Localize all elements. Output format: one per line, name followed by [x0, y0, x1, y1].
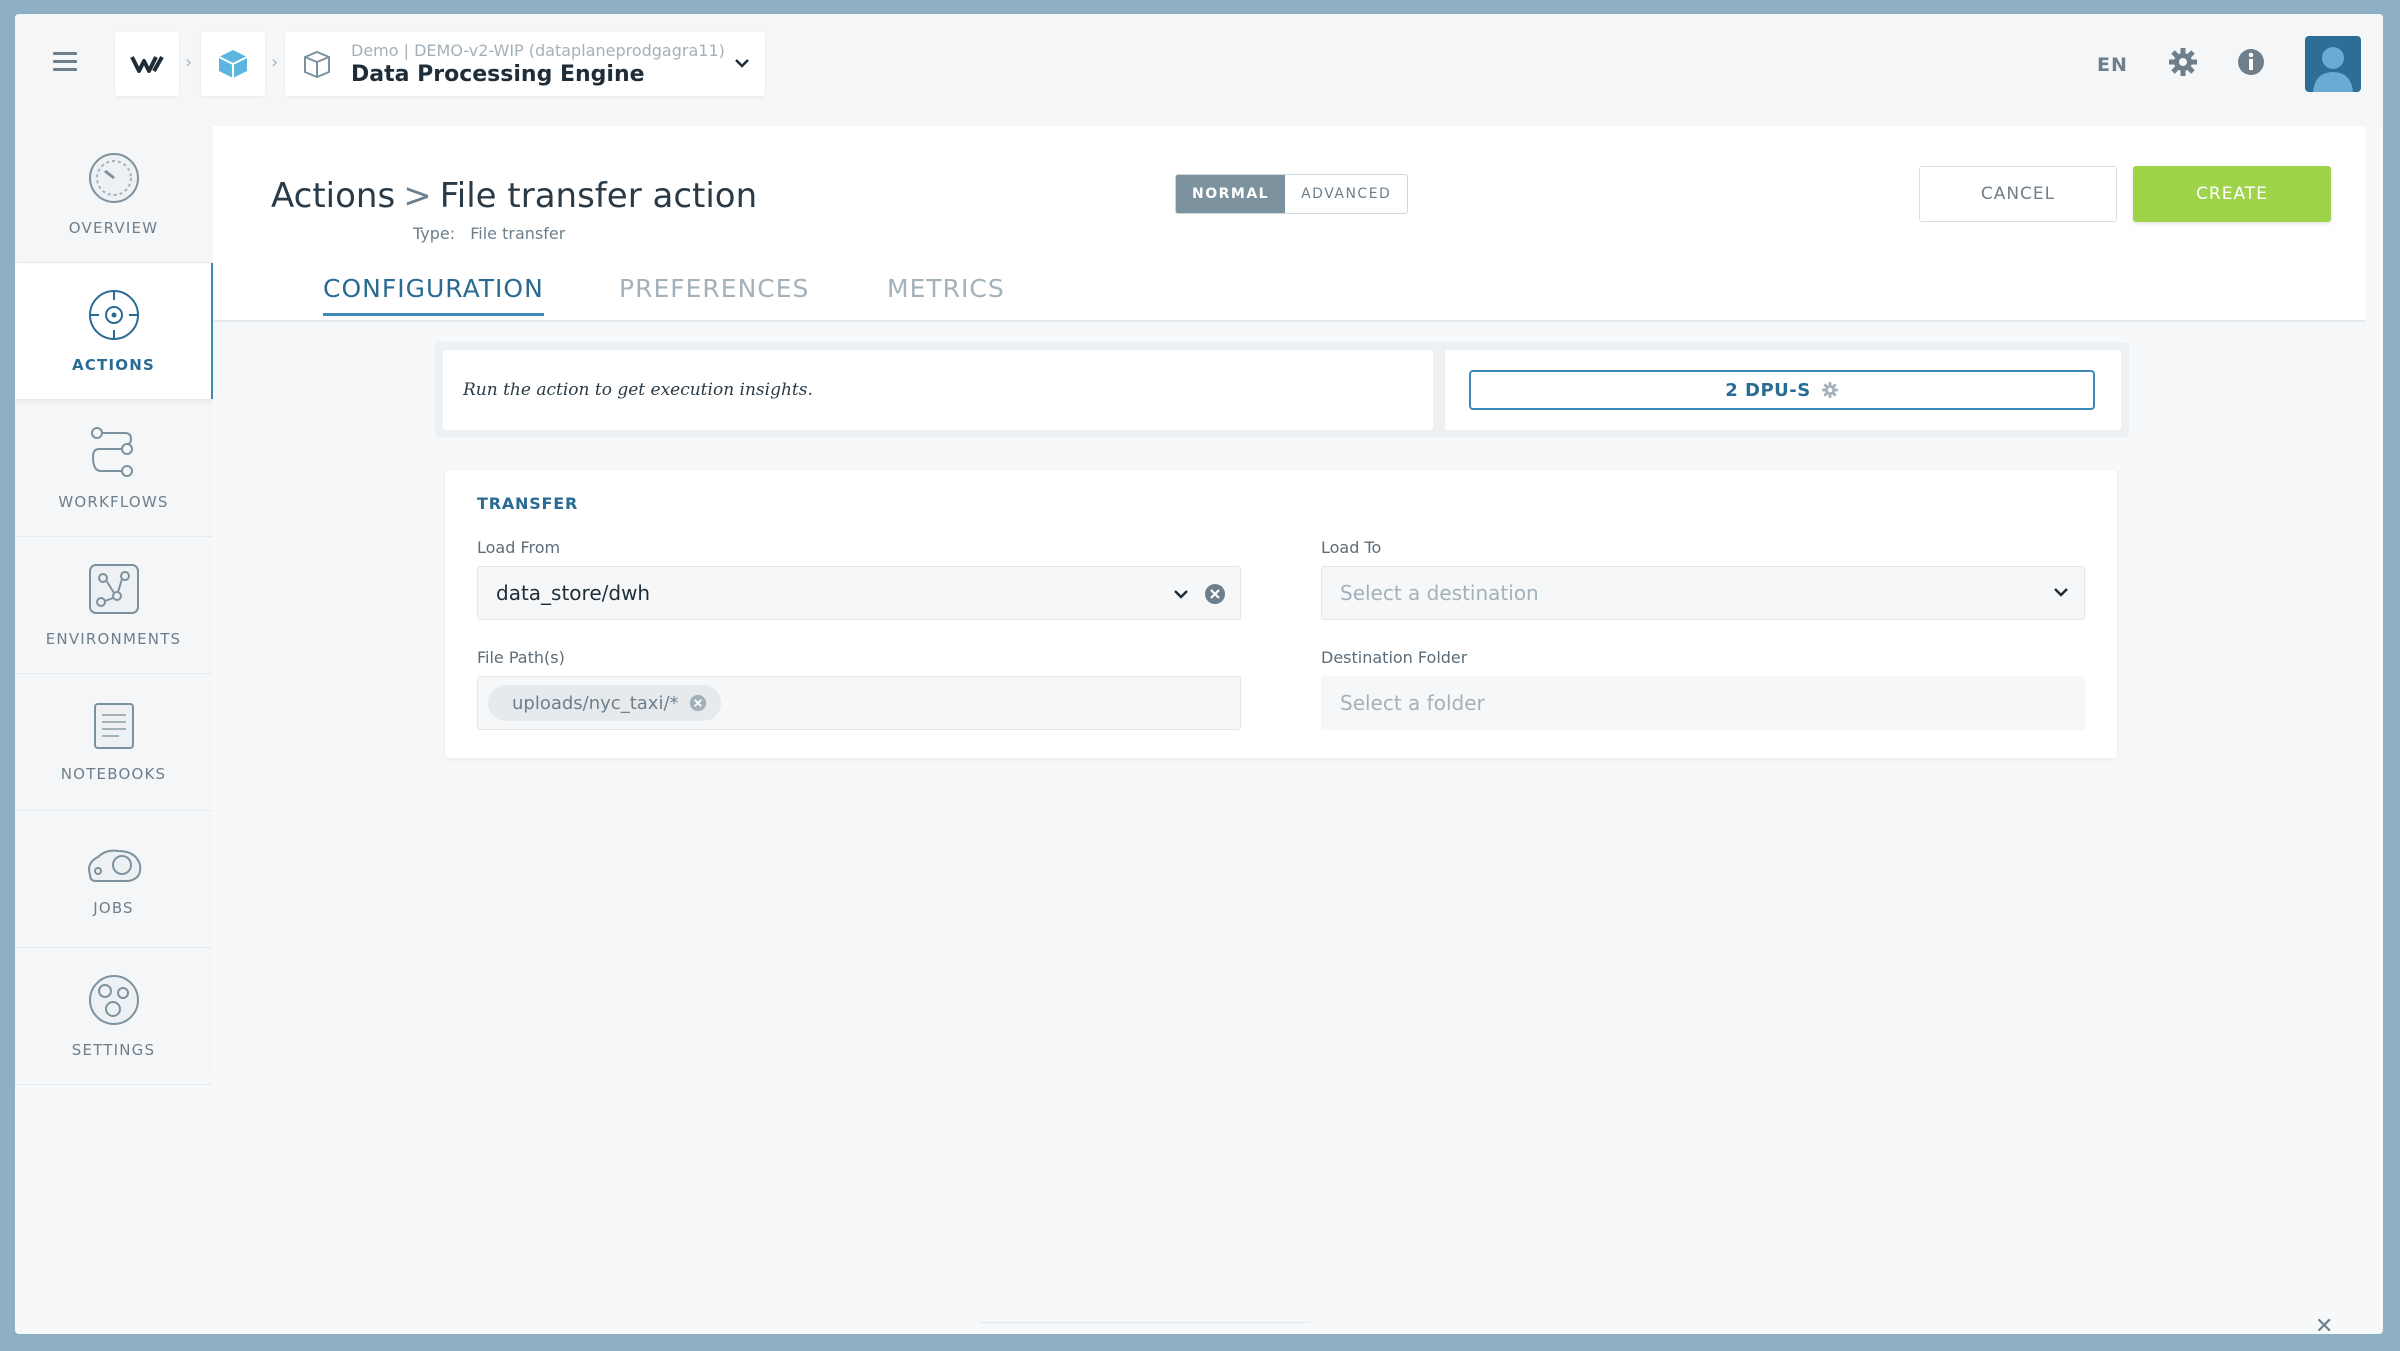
type-label: Type:	[413, 224, 456, 243]
app-window: › › Demo | DEMO-v2-WIP (dataplaneprodgag…	[15, 14, 2383, 1334]
breadcrumb-separator-icon: ›	[271, 52, 279, 73]
dpu-panel: 2 DPU-S	[1445, 350, 2121, 430]
sidebar-item-workflows[interactable]: WORKFLOWS	[15, 400, 212, 537]
destination-folder-label: Destination Folder	[1321, 648, 1468, 667]
file-path-chip-label: uploads/nyc_taxi/*	[512, 692, 679, 714]
menu-icon[interactable]	[53, 52, 77, 72]
load-from-select[interactable]: data_store/dwh	[477, 566, 1241, 620]
breadcrumb-separator: >	[403, 176, 432, 216]
content-area: Run the action to get execution insights…	[213, 322, 2365, 1324]
cube-icon	[218, 50, 248, 78]
project-name: Data Processing Engine	[351, 62, 645, 87]
chevron-down-icon[interactable]	[1172, 585, 1190, 603]
mode-advanced-button[interactable]: ADVANCED	[1285, 175, 1408, 213]
sidebar-item-jobs[interactable]: JOBS	[15, 811, 212, 948]
load-from-label: Load From	[477, 538, 561, 557]
file-path-chip: uploads/nyc_taxi/*	[488, 685, 721, 721]
main-panel: Actions > File transfer action Type: Fil…	[213, 126, 2365, 1324]
sidebar-item-environments[interactable]: ENVIRONMENTS	[15, 537, 212, 674]
sidebar: OVERVIEW ACTIONS WORKFLOWS ENVIRONMENTS …	[15, 126, 216, 1085]
project-selector[interactable]: Demo | DEMO-v2-WIP (dataplaneprodgagra11…	[285, 32, 765, 96]
jobs-icon	[87, 849, 141, 882]
logo-icon	[130, 56, 164, 73]
load-to-select[interactable]: Select a destination	[1321, 566, 2085, 620]
breadcrumb-root[interactable]: Actions	[271, 176, 395, 216]
sidebar-item-label: SETTINGS	[71, 1041, 156, 1059]
file-paths-input[interactable]: uploads/nyc_taxi/*	[477, 676, 1241, 730]
notebooks-icon	[93, 703, 134, 749]
load-to-placeholder: Select a destination	[1340, 581, 1539, 605]
org-button[interactable]	[201, 32, 265, 96]
action-title: File transfer action	[439, 176, 758, 216]
cancel-button[interactable]: CANCEL	[1919, 166, 2117, 222]
dpu-button[interactable]: 2 DPU-S	[1469, 370, 2095, 410]
type-value: File transfer	[470, 224, 566, 243]
mode-normal-button[interactable]: NORMAL	[1176, 175, 1286, 213]
section-title: TRANSFER	[477, 494, 579, 513]
actions-icon	[88, 290, 139, 340]
destination-folder-placeholder: Select a folder	[1340, 691, 1485, 715]
sidebar-item-settings[interactable]: SETTINGS	[15, 948, 212, 1085]
close-icon[interactable]: ✕	[2315, 1314, 2333, 1334]
gear-icon[interactable]	[2167, 46, 2199, 78]
sidebar-item-label: WORKFLOWS	[58, 493, 169, 511]
settings-icon	[88, 975, 139, 1025]
user-icon	[2313, 47, 2353, 92]
gear-icon	[1821, 382, 1838, 398]
box-icon	[304, 50, 330, 79]
remove-chip-icon[interactable]	[689, 694, 707, 712]
mode-toggle: NORMAL ADVANCED	[1175, 174, 1409, 214]
chevron-down-icon[interactable]	[733, 54, 751, 72]
avatar[interactable]	[2305, 36, 2361, 92]
breadcrumb-separator-icon: ›	[185, 52, 193, 73]
sidebar-item-label: JOBS	[93, 899, 134, 917]
insights-panel: Run the action to get execution insights…	[435, 342, 2129, 438]
type-line: Type: File transfer	[413, 224, 565, 243]
load-from-value: data_store/dwh	[496, 581, 651, 605]
dpu-label: 2 DPU-S	[1725, 379, 1811, 401]
insights-message: Run the action to get execution insights…	[443, 350, 1433, 430]
tab-metrics[interactable]: METRICS	[887, 274, 1005, 313]
page-title: Actions > File transfer action	[271, 176, 757, 216]
sidebar-item-notebooks[interactable]: NOTEBOOKS	[15, 674, 212, 811]
tab-preferences[interactable]: PREFERENCES	[619, 274, 809, 313]
overview-icon	[88, 153, 139, 203]
sidebar-item-label: NOTEBOOKS	[60, 765, 167, 783]
load-to-label: Load To	[1321, 538, 1382, 557]
sidebar-item-label: ACTIONS	[72, 356, 155, 374]
sidebar-item-label: ENVIRONMENTS	[45, 630, 182, 648]
environments-icon	[88, 564, 139, 614]
info-icon[interactable]	[2237, 48, 2265, 76]
chevron-down-icon[interactable]	[2052, 583, 2070, 601]
bottom-handle	[980, 1322, 1310, 1332]
logo-button[interactable]	[115, 32, 179, 96]
workflows-icon	[90, 427, 133, 477]
sidebar-item-label: OVERVIEW	[68, 219, 159, 237]
sidebar-item-overview[interactable]: OVERVIEW	[15, 126, 212, 263]
project-subtitle: Demo | DEMO-v2-WIP (dataplaneprodgagra11…	[351, 41, 725, 60]
destination-folder-input[interactable]: Select a folder	[1321, 676, 2085, 730]
file-paths-label: File Path(s)	[477, 648, 565, 667]
language-selector[interactable]: EN	[2097, 54, 2128, 76]
create-button[interactable]: CREATE	[2133, 166, 2331, 222]
sidebar-item-actions[interactable]: ACTIONS	[15, 263, 216, 400]
tab-bar: CONFIGURATION PREFERENCES METRICS	[213, 264, 2365, 322]
top-bar: › › Demo | DEMO-v2-WIP (dataplaneprodgag…	[15, 14, 2383, 126]
tab-configuration[interactable]: CONFIGURATION	[323, 274, 544, 316]
transfer-card: TRANSFER Load From data_store/dwh Load T…	[445, 470, 2117, 758]
clear-icon[interactable]	[1204, 583, 1226, 605]
